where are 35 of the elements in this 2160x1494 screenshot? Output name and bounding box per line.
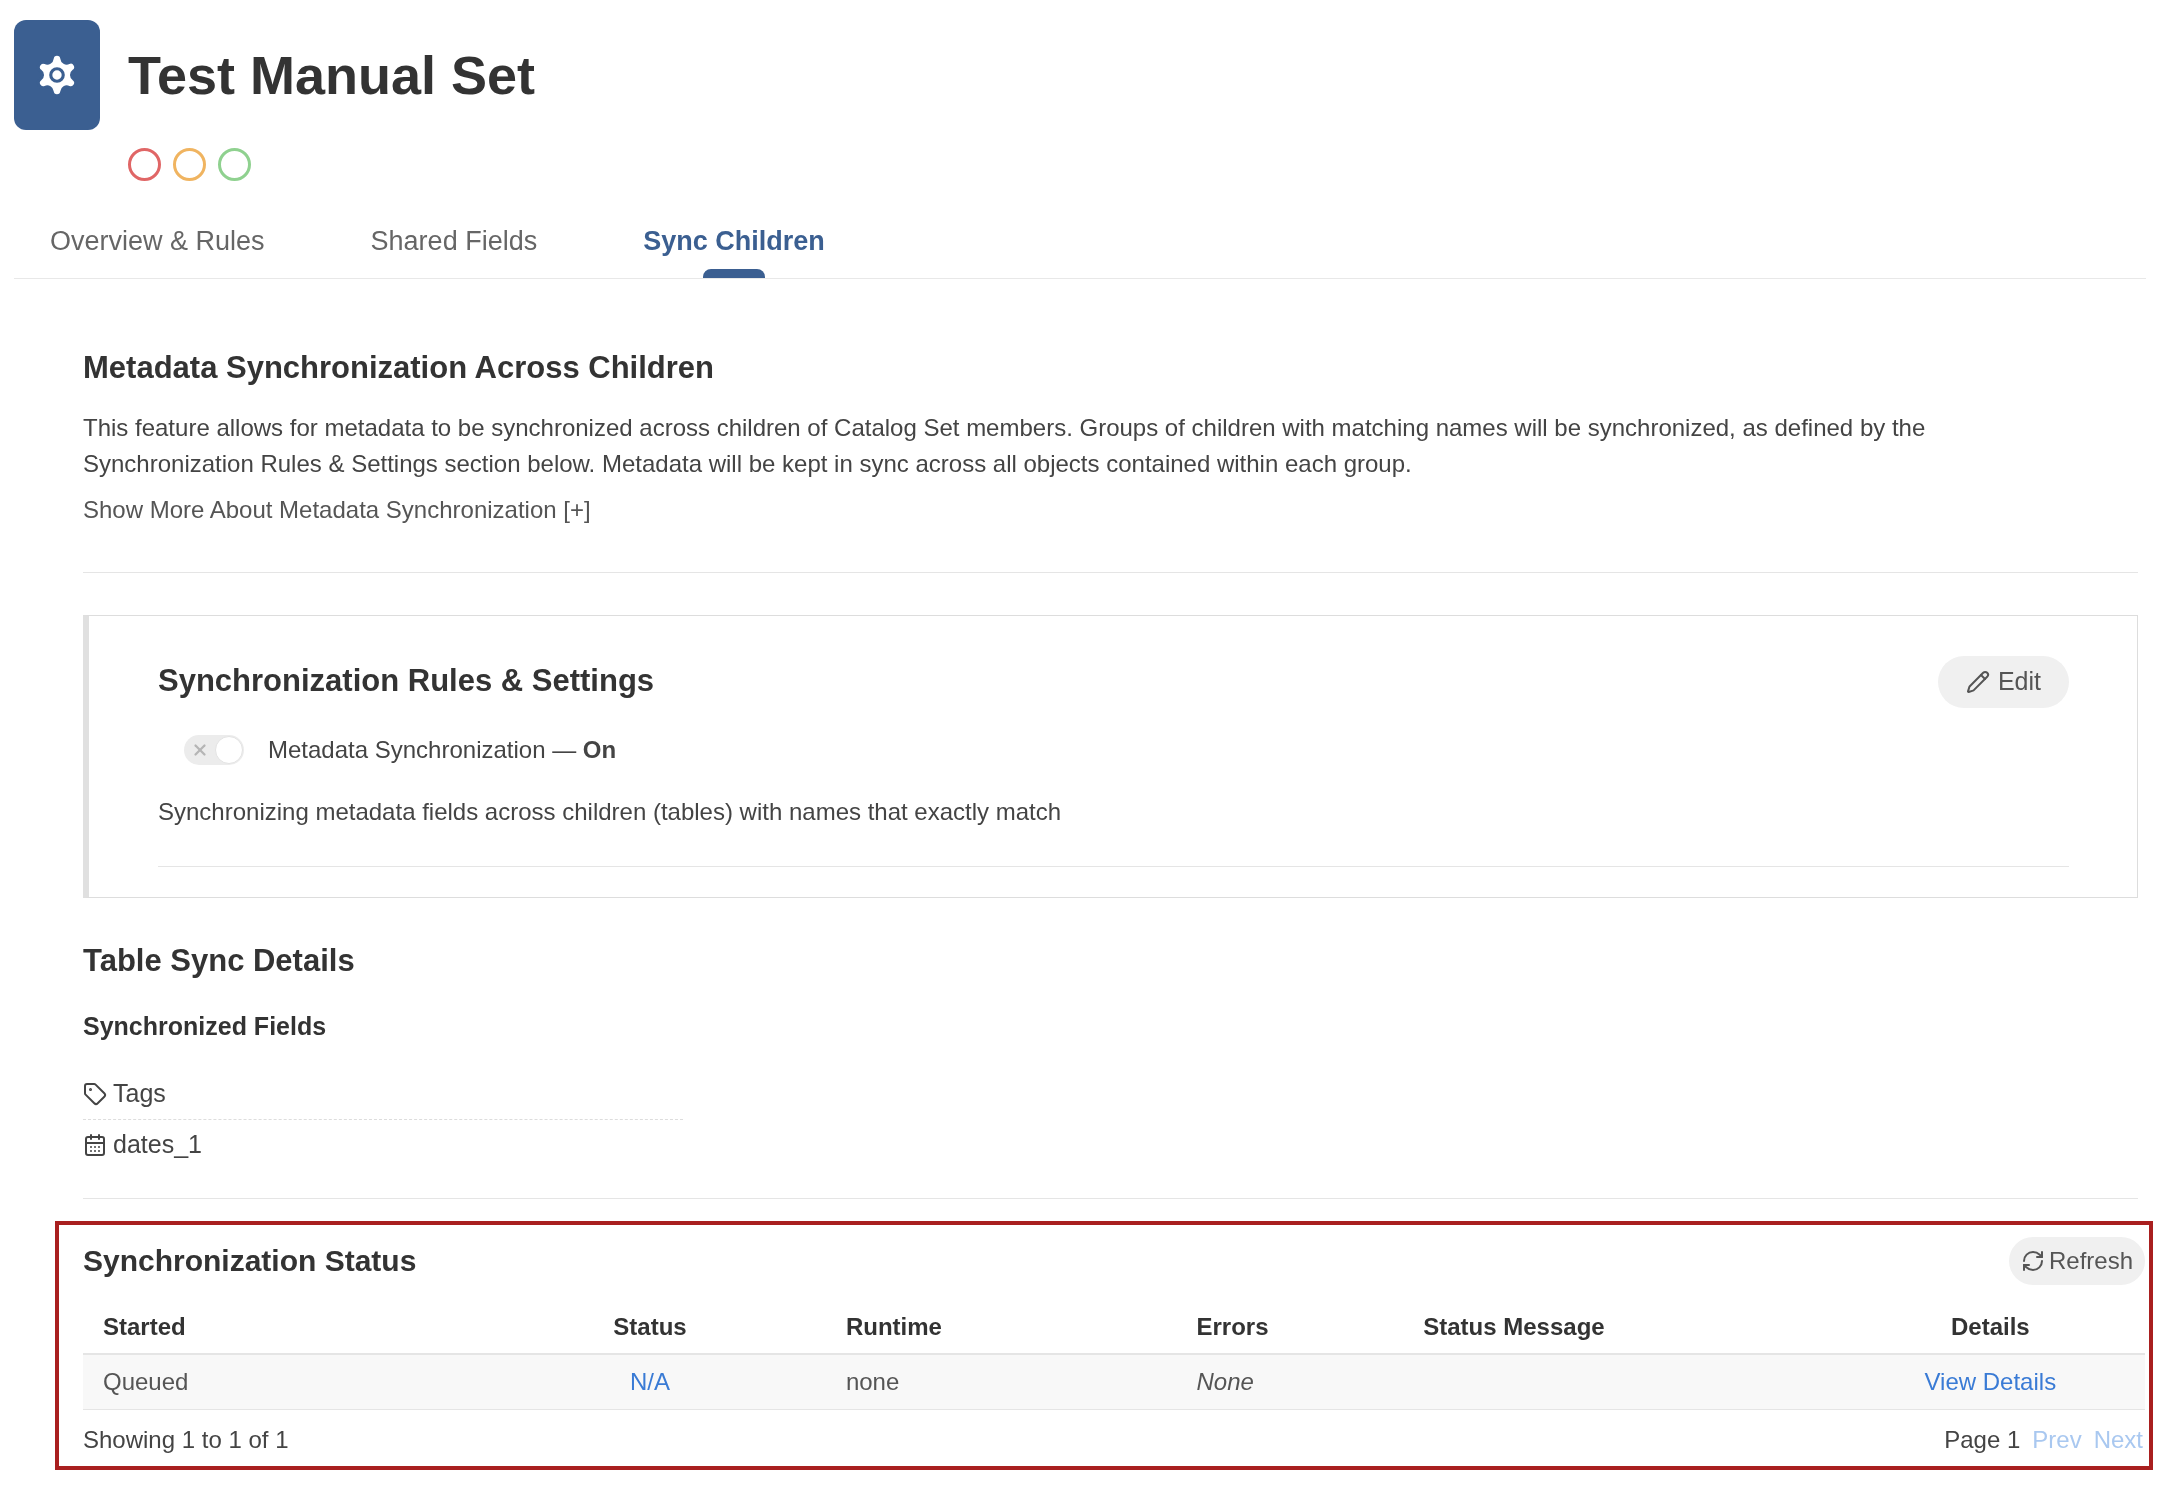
show-more-link[interactable]: Show More About Metadata Synchronization [+] <box>83 491 591 528</box>
column-header: Status <box>454 1300 846 1354</box>
tab[interactable]: Overview & Rules <box>14 221 301 278</box>
table-cell: None <box>1196 1353 1424 1410</box>
section-heading: Metadata Synchronization Across Children <box>83 349 716 387</box>
page-title: Test Manual Set <box>128 43 536 107</box>
edit-button[interactable]: Edit <box>1937 655 2069 708</box>
table-cell: none <box>845 1353 1197 1410</box>
status-link[interactable]: N/A <box>630 1367 671 1395</box>
column-header: Details <box>1835 1300 2145 1354</box>
pencil-icon <box>1965 669 1990 694</box>
column-header: Runtime <box>845 1300 1197 1354</box>
results-summary: Showing 1 to 1 of 1 <box>83 1425 289 1455</box>
table-cell: Queued <box>83 1353 455 1410</box>
tag-icon <box>83 1082 107 1106</box>
view-details-link[interactable]: View Details <box>1924 1367 2057 1395</box>
panel-heading: Synchronization Status <box>83 1243 417 1279</box>
intro-paragraph: This feature allows for metadata to be synchronized across children of Catalog Set members. Groups of children with matching names will be synchronized, as defined by the Synchronization Rules & Settings section below. Metadata will be kept in sync across all objects contained within each group. <box>83 412 1927 479</box>
column-header: Errors <box>1196 1300 1424 1354</box>
column-header: Started <box>83 1300 455 1354</box>
field-name: dates_1 <box>113 1128 202 1160</box>
toggle-switch[interactable] <box>184 734 244 765</box>
column-header: Status Message <box>1423 1300 1836 1354</box>
card-heading: Synchronization Rules & Settings <box>158 662 655 701</box>
page-indicator: Page 1 <box>1944 1425 2021 1455</box>
tab[interactable]: Sync Children <box>607 221 861 278</box>
refresh-button[interactable]: Refresh <box>2008 1236 2145 1285</box>
calendar-icon <box>83 1132 107 1157</box>
refresh-icon <box>2020 1248 2045 1273</box>
toggle-label: Metadata Synchronization — On <box>268 734 617 765</box>
field-name: Tags <box>113 1078 166 1110</box>
rules-description: Synchronizing metadata fields across children (tables) with names that exactly match <box>158 793 2069 867</box>
subsection-heading: Synchronized Fields <box>83 1011 328 1042</box>
section-heading: Table Sync Details <box>83 941 356 980</box>
tab[interactable]: Shared Fields <box>334 221 574 278</box>
